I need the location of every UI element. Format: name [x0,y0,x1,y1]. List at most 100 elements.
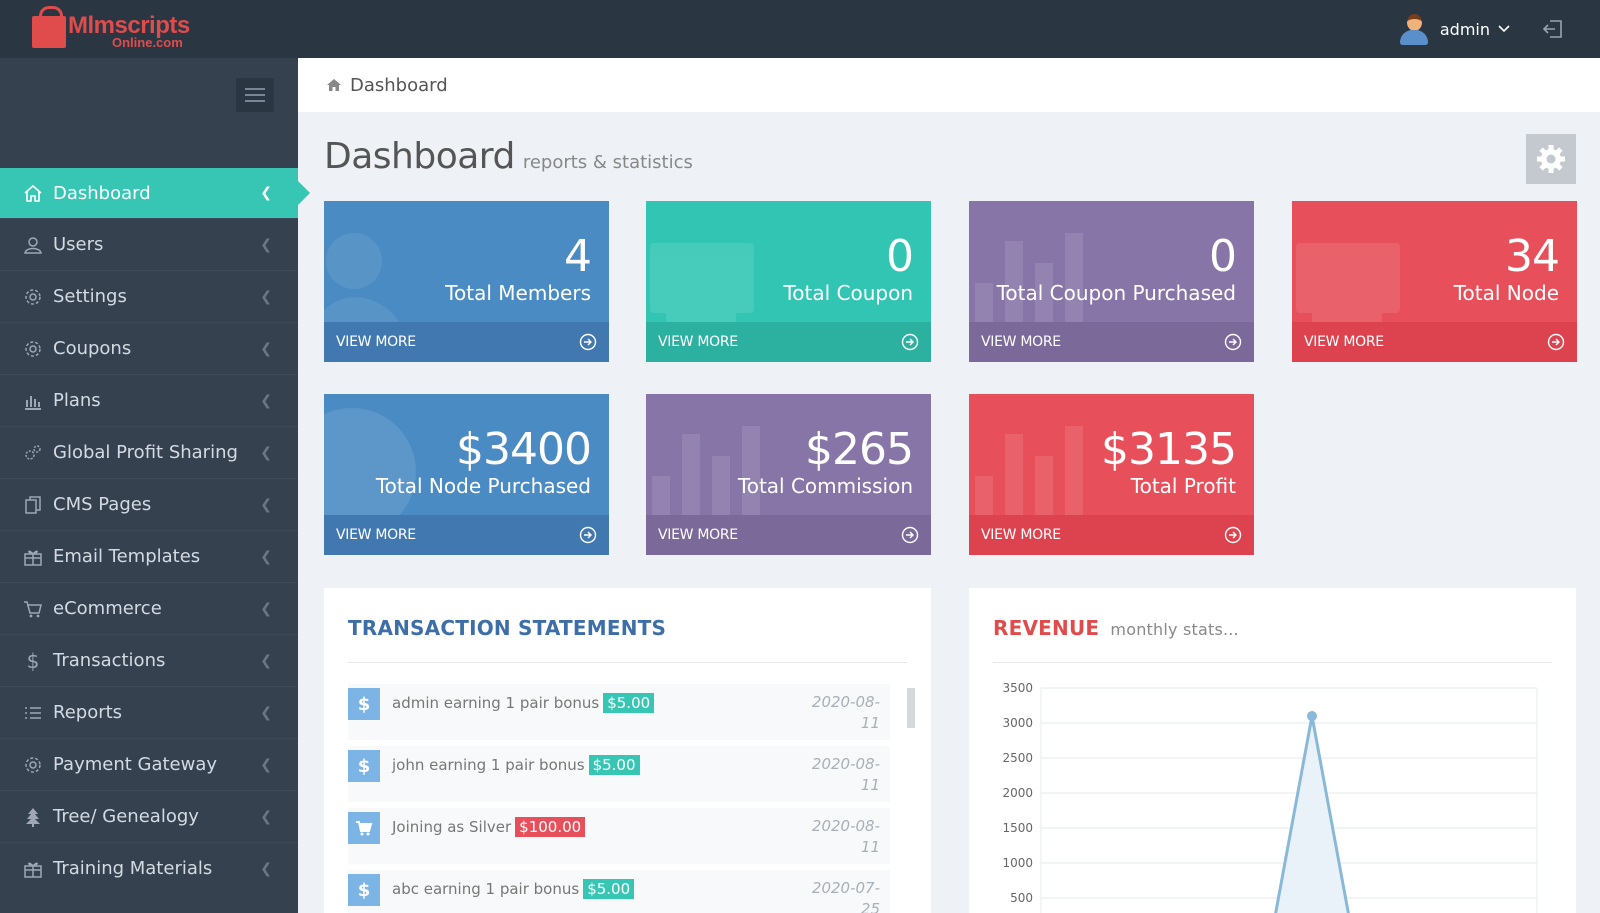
data-point[interactable] [1307,711,1317,721]
chevron-left-icon: ❮ [260,392,272,409]
revenue-chart: 500 1000 1500 2000 2500 3000 3500 [1002,681,1538,913]
transaction-date: 2020-07- 25 [806,878,880,913]
gear-icon [1537,145,1565,173]
revenue-title: REVENUE [993,616,1100,640]
view-more-link[interactable]: VIEW MORE [646,515,931,555]
settings-icon [22,286,44,308]
dollar-icon: $ [26,648,40,673]
sidebar-item-training-materials[interactable]: Training Materials ❮ [0,842,298,894]
chevron-left-icon: ❮ [260,860,272,877]
tile-value: $265 [805,424,914,475]
tile-label: Total Node [1453,281,1559,305]
sidebar-item-cms-pages[interactable]: CMS Pages ❮ [0,478,298,530]
stat-tile-total-members: 4 Total Members VIEW MORE [324,201,609,362]
view-more-link[interactable]: VIEW MORE [324,322,609,362]
view-more-link[interactable]: VIEW MORE [1292,322,1577,362]
sidebar-item-label: Transactions [53,650,166,671]
user-name: admin [1439,19,1490,39]
sidebar-toggle-button[interactable] [236,78,274,112]
user-menu[interactable]: admin [1398,12,1510,46]
tile-value: 0 [1209,231,1237,282]
stat-tile-total-coupon-purchased: 0 Total Coupon Purchased VIEW MORE [969,201,1254,362]
sidebar-item-label: Training Materials [53,858,213,879]
view-more-label: VIEW MORE [336,527,416,543]
list-item: $ admin earning 1 pair bonus $5.00 2020-0… [348,684,890,740]
sidebar-item-label: Dashboard [53,182,151,204]
divider [348,662,907,663]
chevron-left-icon: ❮ [260,704,272,721]
chevron-left-icon: ❮ [260,756,272,773]
sidebar-item-label: Global Profit Sharing [53,442,238,463]
sidebar-item-label: Email Templates [53,546,201,567]
transaction-text: admin earning 1 pair bonus $5.00 [392,693,655,713]
sidebar-item-settings[interactable]: Settings ❮ [0,270,298,322]
y-tick-label: 500 [1010,891,1033,905]
scrollbar[interactable] [907,688,915,728]
chevron-left-icon: ❮ [260,652,272,669]
theme-settings-button[interactable] [1526,134,1576,184]
settings-icon [22,338,44,360]
transaction-statements-panel: TRANSACTION STATEMENTS $ admin earning 1… [324,588,931,913]
view-more-link[interactable]: VIEW MORE [969,515,1254,555]
view-more-label: VIEW MORE [981,334,1061,350]
arrow-circle-right-icon [901,526,919,544]
sidebar-item-ecommerce[interactable]: eCommerce ❮ [0,582,298,634]
tile-label: Total Profit [1130,474,1236,498]
chevron-left-icon: ❮ [260,496,272,513]
stat-tile-total-node: 34 Total Node VIEW MORE [1292,201,1577,362]
view-more-link[interactable]: VIEW MORE [324,515,609,555]
brand-logo[interactable]: Mlmscripts Online.com [32,6,190,50]
sidebar-item-tree-genealogy[interactable]: Tree/ Genealogy ❮ [0,790,298,842]
page-subtitle: reports & statistics [522,152,693,173]
logo-sub-text: Online.com [112,35,183,50]
breadcrumb-current[interactable]: Dashboard [350,75,448,96]
settings-icon [22,754,44,776]
y-tick-label: 3500 [1002,681,1033,695]
sidebar-item-coupons[interactable]: Coupons ❮ [0,322,298,374]
tile-label: Total Members [445,281,591,305]
transaction-text: abc earning 1 pair bonus $5.00 [392,879,635,899]
arrow-circle-right-icon [901,333,919,351]
date-part: 2020-07- [811,879,880,897]
list-item: Joining as Silver $100.00 2020-08- 11 [348,808,890,864]
divider [993,662,1552,663]
amount-badge: $5.00 [583,879,635,899]
shopping-bag-icon [32,6,66,48]
chevron-left-icon: ❮ [260,548,272,565]
chevron-left-icon: ❮ [260,340,272,357]
panel-title: TRANSACTION STATEMENTS [348,616,667,640]
revenue-panel: REVENUE monthly stats... 500 1000 1500 2000… [969,588,1576,913]
view-more-link[interactable]: VIEW MORE [646,322,931,362]
sidebar-item-label: CMS Pages [53,494,152,515]
transaction-date: 2020-08- 11 [806,692,880,734]
sidebar-item-email-templates[interactable]: Email Templates ❮ [0,530,298,582]
panel-title: REVENUE monthly stats... [993,616,1239,640]
sidebar-item-label: Payment Gateway [53,754,218,775]
sidebar-item-transactions[interactable]: $ Transactions ❮ [0,634,298,686]
chevron-left-icon: ❮ [260,444,272,461]
view-more-label: VIEW MORE [336,334,416,350]
dollar-icon: $ [348,688,380,720]
chevron-left-icon: ❮ [260,185,272,201]
logout-icon[interactable] [1542,18,1564,40]
sidebar-item-label: Settings [53,286,127,307]
date-part: 2020-08- [811,693,880,711]
chevron-down-icon [1498,25,1510,33]
tile-label: Total Node Purchased [375,474,591,498]
sidebar-item-label: Reports [53,702,123,723]
sidebar-item-global-profit-sharing[interactable]: Global Profit Sharing ❮ [0,426,298,478]
gift-icon [22,858,44,880]
sidebar-item-users[interactable]: Users ❮ [0,218,298,270]
list-item: $ john earning 1 pair bonus $5.00 2020-08… [348,746,890,802]
transaction-description: admin earning 1 pair bonus [392,694,600,712]
view-more-link[interactable]: VIEW MORE [969,322,1254,362]
sidebar-item-dashboard[interactable]: Dashboard ❮ [0,168,310,218]
amount-badge: $5.00 [603,693,655,713]
tile-value: 34 [1505,231,1560,282]
sidebar-item-payment-gateway[interactable]: Payment Gateway ❮ [0,738,298,790]
y-tick-label: 1500 [1002,821,1033,835]
home-icon[interactable] [326,77,342,93]
stat-tile-total-profit: $3135 Total Profit VIEW MORE [969,394,1254,555]
sidebar-item-reports[interactable]: Reports ❮ [0,686,298,738]
sidebar-item-plans[interactable]: Plans ❮ [0,374,298,426]
